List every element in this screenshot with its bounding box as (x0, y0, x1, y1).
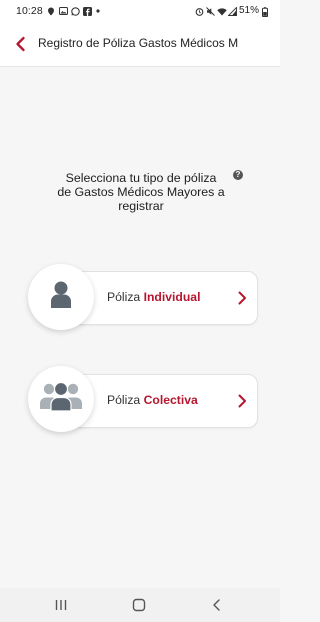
help-icon[interactable]: ? (233, 170, 243, 180)
single-person-icon (51, 281, 71, 308)
system-nav-bar (0, 588, 280, 622)
prompt-line-2: de Gastos Médicos Mayores a (57, 185, 225, 199)
option-individual-prefix: Póliza (107, 290, 141, 304)
back-button[interactable] (12, 35, 30, 53)
status-bar: 10:28 51% (0, 0, 280, 22)
mute-icon (206, 6, 215, 16)
page-title: Registro de Póliza Gastos Médicos M (38, 36, 239, 50)
facebook-icon (82, 7, 92, 16)
app-bar: Registro de Póliza Gastos Médicos M (0, 22, 280, 67)
status-time: 10:28 (16, 5, 43, 17)
back-nav-button[interactable] (209, 598, 225, 612)
back-nav-icon (213, 599, 220, 611)
back-arrow-icon (16, 36, 25, 52)
home-icon (132, 598, 146, 612)
wifi-icon (217, 7, 227, 15)
chevron-right-icon (238, 394, 246, 408)
group-people-icon (40, 381, 82, 412)
photo-icon (58, 7, 68, 15)
policy-type-prompt: Selecciona tu tipo de póliza de Gastos M… (36, 171, 246, 213)
option-colectiva-label: Póliza Colectiva (107, 393, 198, 407)
status-right: 51% (195, 5, 270, 17)
recent-apps-button[interactable] (53, 598, 69, 612)
whatsapp-icon (71, 7, 80, 16)
recent-apps-icon (55, 600, 67, 610)
battery-percent: 51% (238, 5, 259, 16)
option-individual-emphasis: Individual (143, 290, 201, 304)
home-button[interactable] (131, 598, 147, 612)
prompt-line-3: registrar (118, 199, 164, 213)
dot-icon (95, 7, 103, 15)
option-colectiva-emphasis: Colectiva (143, 393, 198, 407)
signal-icon (227, 5, 237, 16)
alarm-icon (195, 7, 204, 16)
group-avatar[interactable] (28, 366, 94, 432)
chevron-right-icon (238, 291, 246, 305)
option-colectiva-prefix: Póliza (107, 393, 141, 407)
option-individual-label: Póliza Individual (107, 290, 200, 304)
battery-icon (262, 6, 270, 17)
location-icon (47, 7, 55, 16)
individual-avatar[interactable] (28, 264, 94, 330)
prompt-line-1: Selecciona tu tipo de póliza (65, 171, 217, 185)
status-left: 10:28 (16, 5, 103, 17)
